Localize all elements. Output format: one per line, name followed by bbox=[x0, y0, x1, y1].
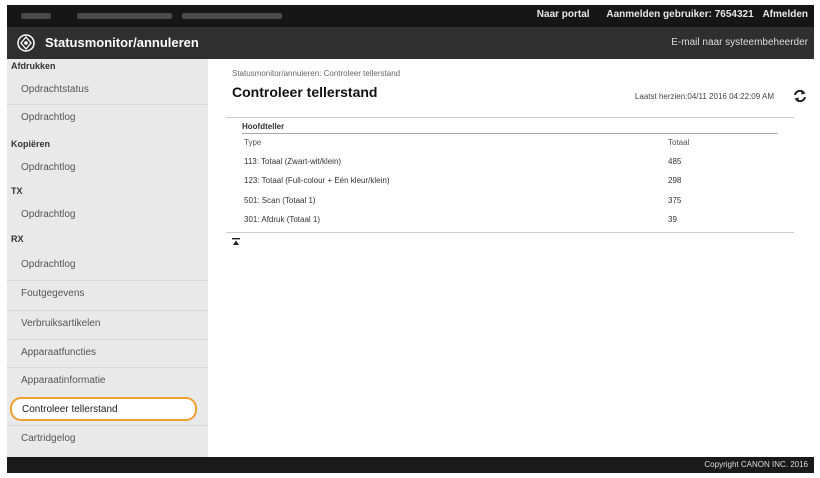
top-links: Naar portal Aanmelden gebruiker: 7654321… bbox=[523, 9, 808, 20]
sidebar-item-error-info[interactable]: Foutgegevens bbox=[7, 281, 208, 307]
sidebar-item-label: Opdrachtlog bbox=[21, 259, 76, 270]
counter-table: Hoofdteller Type Totaal 113: Totaal (Zwa… bbox=[226, 117, 794, 233]
cell-total: 375 bbox=[668, 196, 682, 205]
top-bar: Naar portal Aanmelden gebruiker: 7654321… bbox=[7, 5, 814, 27]
sidebar-item-label: Apparaatinformatie bbox=[21, 375, 106, 386]
sidebar-item-cartridge-log[interactable]: Cartridgelog bbox=[7, 426, 208, 452]
sidebar-section-copy: Kopiëren bbox=[11, 139, 51, 149]
sidebar-item-label: Opdrachtlog bbox=[21, 112, 76, 123]
breadcrumb: Statusmonitor/annuleren: Controleer tell… bbox=[232, 69, 401, 78]
sidebar-item-label: Opdrachtlog bbox=[21, 209, 76, 220]
sidebar-item-rx-job-log[interactable]: Opdrachtlog bbox=[7, 252, 208, 278]
blurred-text bbox=[182, 13, 282, 19]
sidebar-item-label: Cartridgelog bbox=[21, 433, 76, 444]
sidebar-item-label: Opdrachtstatus bbox=[21, 84, 89, 95]
sidebar-item-tx-job-log[interactable]: Opdrachtlog bbox=[7, 202, 208, 228]
content-title: Controleer tellerstand bbox=[232, 84, 378, 100]
table-row: 301: Afdruk (Totaal 1) 39 bbox=[242, 211, 778, 229]
blurred-text bbox=[21, 13, 51, 19]
page-title: Statusmonitor/annuleren bbox=[45, 35, 199, 50]
blurred-text bbox=[77, 13, 172, 19]
cell-total: 39 bbox=[668, 215, 677, 224]
sidebar-item-consumables[interactable]: Verbruiksartikelen bbox=[7, 311, 208, 337]
title-bar: Statusmonitor/annuleren E-mail naar syst… bbox=[7, 27, 814, 59]
column-header-type: Type bbox=[244, 138, 262, 147]
sidebar-item-device-functions[interactable]: Apparaatfuncties bbox=[7, 340, 208, 366]
cell-type: 123: Totaal (Full-colour + Eén kleur/kle… bbox=[244, 176, 390, 185]
sidebar-section-print: Afdrukken bbox=[11, 61, 56, 71]
status-monitor-icon bbox=[17, 34, 35, 52]
refresh-icon[interactable] bbox=[792, 88, 808, 104]
portal-link[interactable]: Naar portal bbox=[537, 9, 590, 20]
sidebar-section-tx: TX bbox=[11, 186, 23, 196]
sidebar-item-print-job-log[interactable]: Opdrachtlog bbox=[7, 105, 208, 131]
sidebar-item-check-counter[interactable]: Controleer tellerstand bbox=[10, 397, 197, 421]
cell-type: 501: Scan (Totaal 1) bbox=[244, 196, 316, 205]
column-header-total: Totaal bbox=[668, 138, 690, 147]
email-admin-link[interactable]: E-mail naar systeembeheerder bbox=[671, 37, 808, 48]
scroll-to-top-icon[interactable] bbox=[231, 237, 241, 247]
cell-total: 485 bbox=[668, 157, 682, 166]
cell-total: 298 bbox=[668, 176, 682, 185]
sidebar-item-label: Controleer tellerstand bbox=[22, 404, 118, 415]
footer: Copyright CANON INC. 2016 bbox=[7, 457, 814, 473]
cell-type: 301: Afdruk (Totaal 1) bbox=[244, 215, 321, 224]
table-row: 123: Totaal (Full-colour + Eén kleur/kle… bbox=[242, 172, 778, 190]
sidebar: Afdrukken Opdrachtstatus Opdrachtlog Kop… bbox=[7, 59, 208, 457]
sidebar-section-rx: RX bbox=[11, 234, 24, 244]
table-row: 501: Scan (Totaal 1) 375 bbox=[242, 192, 778, 210]
counter-heading: Hoofdteller bbox=[242, 122, 285, 131]
sidebar-item-label: Foutgegevens bbox=[21, 288, 85, 299]
table-header-row: Type Totaal bbox=[242, 134, 778, 152]
sidebar-item-label: Verbruiksartikelen bbox=[21, 318, 101, 329]
sidebar-item-label: Apparaatfuncties bbox=[21, 347, 97, 358]
sidebar-item-print-job-status[interactable]: Opdrachtstatus bbox=[7, 77, 208, 103]
sidebar-item-copy-job-log[interactable]: Opdrachtlog bbox=[7, 155, 208, 181]
sidebar-item-device-info[interactable]: Apparaatinformatie bbox=[7, 368, 208, 394]
table-row: 113: Totaal (Zwart-wit/klein) 485 bbox=[242, 153, 778, 171]
logout-link[interactable]: Afmelden bbox=[762, 9, 808, 20]
sidebar-item-label: Opdrachtlog bbox=[21, 162, 76, 173]
copyright-text: Copyright CANON INC. 2016 bbox=[704, 460, 808, 469]
cell-type: 113: Totaal (Zwart-wit/klein) bbox=[244, 157, 342, 166]
login-user-label: Aanmelden gebruiker: 7654321 bbox=[606, 9, 754, 20]
last-updated-text: Laatst herzien:04/11 2016 04:22:09 AM bbox=[634, 92, 774, 101]
